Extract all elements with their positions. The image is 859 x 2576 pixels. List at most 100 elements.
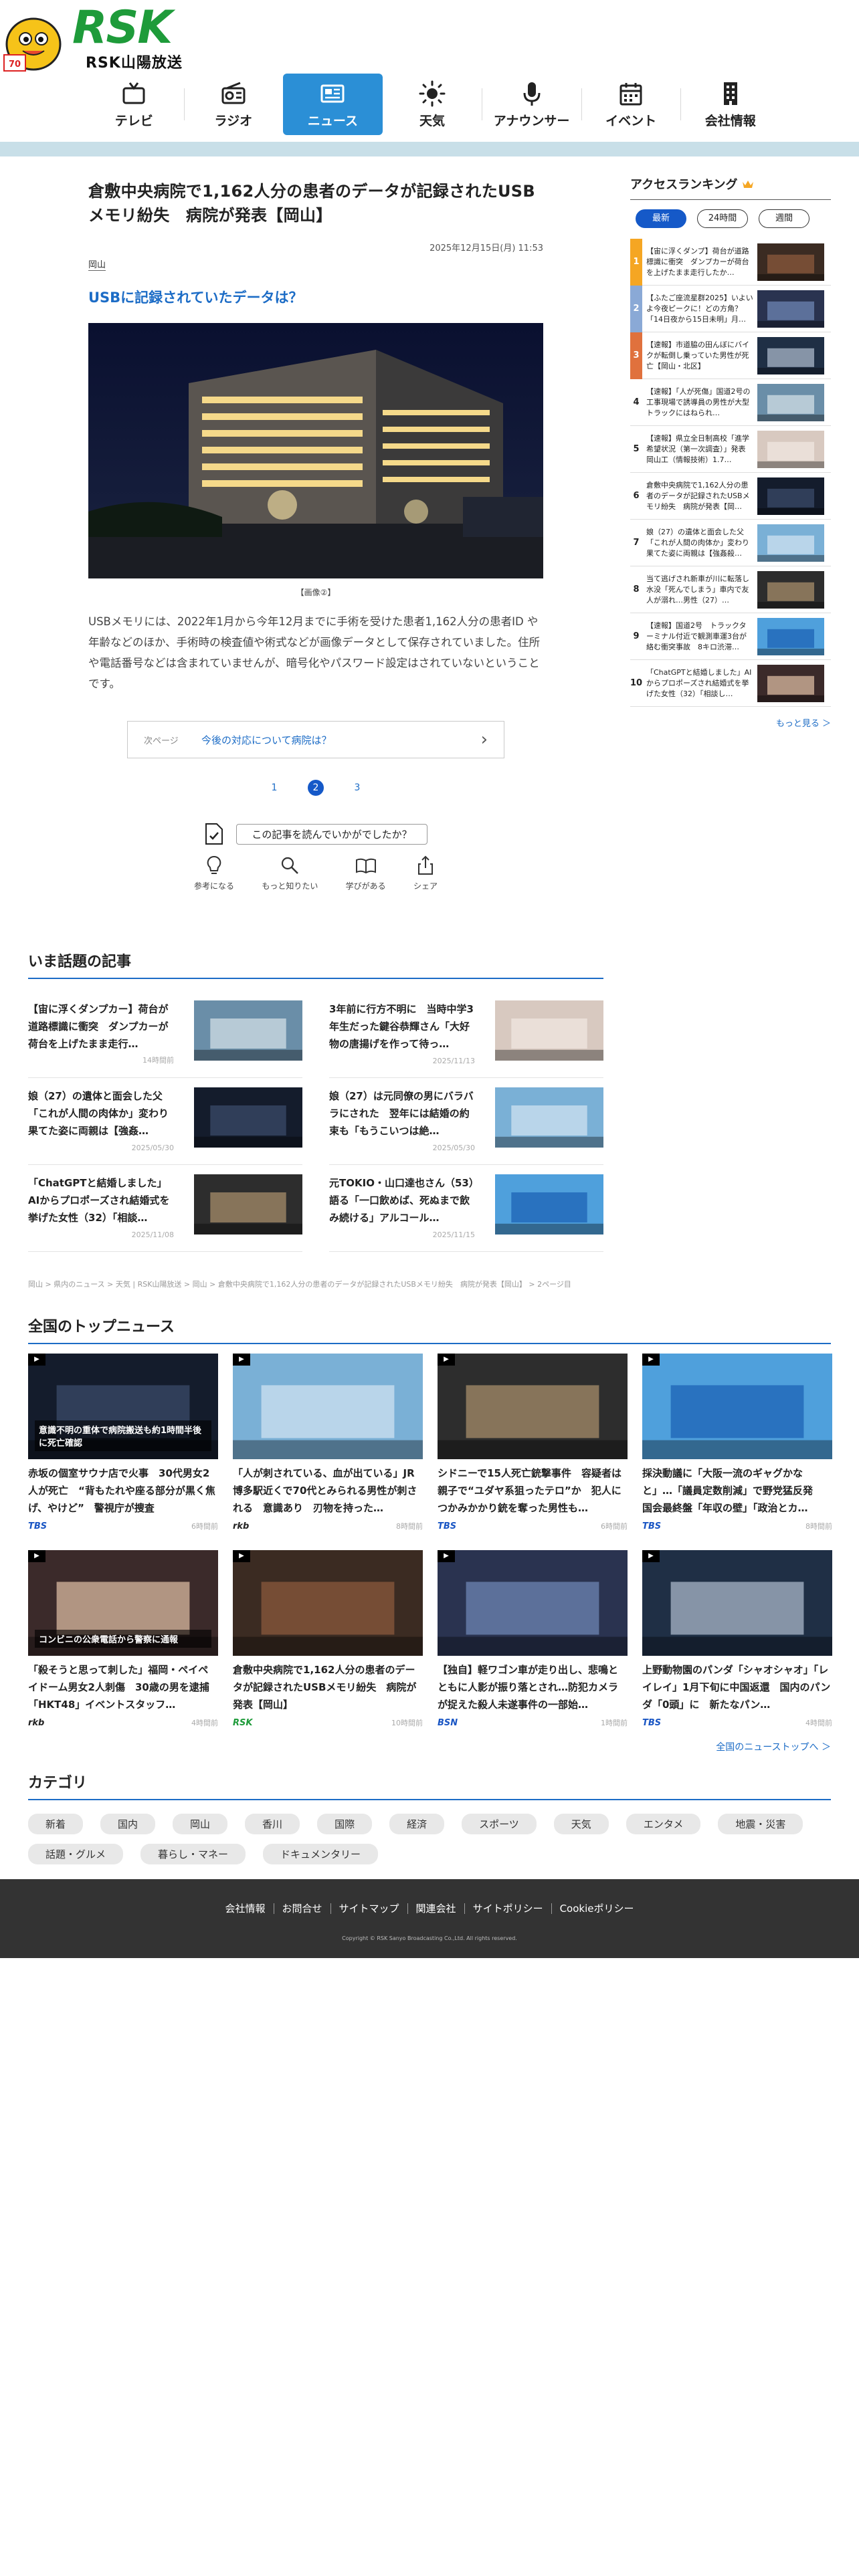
trending-item-time: 2025/11/13 — [432, 1057, 475, 1065]
survey-more-button[interactable]: もっと知りたい — [262, 855, 318, 891]
ranking-item[interactable]: 6 倉敷中央病院で1,162人分の患者のデータが記録されたUSBメモリ紛失 病院… — [630, 473, 831, 520]
ranking-item-title: 当て逃げされ新車が川に転落し水没「死んでしまう」車内で友人が溺れ…男性（27）… — [646, 574, 749, 605]
survey-learn-button[interactable]: 学びがある — [346, 855, 386, 891]
ranking-thumbnail-image — [757, 290, 824, 328]
category-chip[interactable]: 国内 — [100, 1814, 156, 1834]
nav-company[interactable]: 会社情報 — [680, 74, 780, 135]
nav-tv-label: テレビ — [114, 113, 153, 128]
ranking-tabs: 最新 24時間 週間 — [630, 209, 831, 228]
ranking-number: 3 — [630, 332, 642, 379]
nav-announcer-label: アナウンサー — [493, 113, 570, 128]
national-grid: ▶ 意識不明の重体で病院搬送も約1時間半後に死亡確認 赤坂の個室サウナ店で火事 3… — [28, 1354, 832, 1729]
category-chip[interactable]: エンタメ — [626, 1814, 701, 1834]
national-news-card[interactable]: ▶ 意識不明の重体で病院搬送も約1時間半後に死亡確認 赤坂の個室サウナ店で火事 3… — [28, 1354, 218, 1533]
survey-share-label: シェア — [413, 881, 438, 891]
ranking-thumbnail — [757, 290, 824, 328]
page-3-link[interactable]: 3 — [349, 780, 365, 796]
national-news-card[interactable]: ▶ 「人が刺されている、血が出ている」JR博多駅近くで70代とみられる男性が刺さ… — [233, 1354, 423, 1533]
ranking-tab-24h[interactable]: 24時間 — [697, 209, 748, 228]
ranking-tab-weekly[interactable]: 週間 — [759, 209, 809, 228]
ranking-thumbnail-image — [757, 477, 824, 515]
category-chip[interactable]: 暮らし・マネー — [140, 1844, 246, 1864]
article-body: USBメモリには、2022年1月から今年12月までに手術を受けた患者1,162人… — [88, 615, 541, 690]
national-news-card[interactable]: ▶ 上野動物園のパンダ「シャオシャオ」「レイレイ」1月下旬に中国返還 国内のパン… — [642, 1550, 832, 1729]
nav-tv[interactable]: テレビ — [84, 74, 184, 135]
nav-announcer[interactable]: アナウンサー — [482, 74, 581, 135]
national-more-link[interactable]: 全国のニューストップへ ＞ — [28, 1740, 831, 1753]
national-news-card[interactable]: ▶ 倉敷中央病院で1,162人分の患者のデータが記録されたUSBメモリ紛失 病院… — [233, 1550, 423, 1729]
ranking-tab-latest[interactable]: 最新 — [636, 209, 686, 228]
category-chip[interactable]: ドキュメンタリー — [263, 1844, 379, 1864]
national-thumbnail-image — [438, 1354, 628, 1459]
categories: カテゴリ 新着 国内 岡山 香川 国際 経済 スポーツ 天気 エンタメ 地震・災害 話題・グルメ 暮ら… — [28, 1771, 831, 1864]
ranking-thumbnail — [757, 383, 824, 421]
photo-caption: 【画像②】 — [296, 588, 336, 597]
ranking-item[interactable]: 3 【速報】市道脇の田んぼにバイクが転倒し乗っていた男性が死亡【岡山・北区】 — [630, 332, 831, 379]
next-page-link[interactable]: 次ページ 今後の対応について病院は？ › — [127, 721, 504, 758]
trending-item[interactable]: 元TOKIO・山口達也さん（53）語る「一口飲めば、死ぬまで飲み続ける」アルコー… — [329, 1165, 603, 1252]
ranking-thumbnail-image — [757, 617, 824, 655]
survey-share-button[interactable]: シェア — [413, 855, 438, 891]
footer-link[interactable]: 関連会社 — [407, 1903, 464, 1914]
survey-useful-button[interactable]: 参考になる — [194, 855, 234, 891]
ranking-item[interactable]: 1 【宙に浮くダンプ】荷台が道路標識に衝突 ダンプカーが荷台を上げたまま走行した… — [630, 238, 831, 286]
trending-item[interactable]: 娘（27）は元同僚の男にバラバラにされた 翌年には結婚の約束も「もうこいつは絶…… — [329, 1078, 603, 1165]
svg-text:70: 70 — [9, 60, 21, 70]
national-news-card[interactable]: ▶ 【独自】軽ワゴン車が走り出し、悲鳴とともに人影が振り落とされ…防犯カメラが捉… — [438, 1550, 628, 1729]
document-check-icon — [205, 823, 223, 845]
access-ranking: アクセスランキング 最新 24時間 週間 1 【宙に浮くダンプ】荷台が道路標識に… — [630, 175, 831, 729]
trending-title: いま話題の記事 — [28, 950, 603, 979]
footer-link[interactable]: Cookieポリシー — [551, 1903, 642, 1914]
breadcrumb[interactable]: 岡山 > 県内のニュース > 天気 | RSK山陽放送 > 岡山 > 倉敷中央病… — [28, 1279, 603, 1289]
national-news-card[interactable]: ▶ シドニーで15人死亡銃撃事件 容疑者は親子で“ユダヤ系狙ったテロ”か 犯人に… — [438, 1354, 628, 1533]
national-news-title: シドニーで15人死亡銃撃事件 容疑者は親子で“ユダヤ系狙ったテロ”か 犯人につか… — [438, 1467, 622, 1514]
nav-news[interactable]: ニュース — [283, 74, 383, 135]
trending-item-title: 元TOKIO・山口達也さん（53）語る「一口飲めば、死ぬまで飲み続ける」アルコー… — [329, 1177, 474, 1224]
share-icon — [417, 855, 433, 875]
footer-link[interactable]: 会社情報 — [217, 1903, 274, 1914]
ranking-item[interactable]: 10 「ChatGPTと結婚しました」AIからプロポーズされ結婚式を挙げた女性（… — [630, 660, 831, 707]
trending-item[interactable]: 「ChatGPTと結婚しました」AIからプロポーズされ結婚式を挙げた女性（32）… — [28, 1165, 302, 1252]
play-icon: ▶ — [642, 1550, 660, 1562]
site-logo[interactable]: 70 RSK RSK山陽放送 — [0, 0, 194, 75]
ranking-item[interactable]: 5 【速報】県立全日制高校「進学希望状況（第一次調査）」発表 岡山工（情報技術）… — [630, 426, 831, 473]
ranking-item[interactable]: 2 【ふたご座流星群2025】いよいよ今夜ピークに！どの方角？「14日夜から15… — [630, 285, 831, 332]
nav-weather[interactable]: 天気 — [383, 74, 482, 135]
article-tag-link[interactable]: 岡山 — [88, 257, 106, 271]
category-chip[interactable]: 話題・グルメ — [28, 1844, 124, 1864]
footer-link[interactable]: サイトポリシー — [464, 1903, 551, 1914]
page-1-link[interactable]: 1 — [266, 780, 282, 796]
nav-event[interactable]: イベント — [581, 74, 681, 135]
trending-thumbnail-image — [495, 1000, 603, 1061]
trending-thumbnail-image — [495, 1087, 603, 1148]
ranking-more-link[interactable]: もっと見る ＞ — [630, 716, 831, 729]
trending-item[interactable]: 【宙に浮くダンプカー】荷台が道路標識に衝突 ダンプカーが荷台を上げたまま走行… … — [28, 991, 302, 1078]
trending-item[interactable]: 娘（27）の遺体と面会した父「これが人間の肉体か」変わり果てた姿に両親は【強姦…… — [28, 1078, 302, 1165]
category-chip[interactable]: 経済 — [389, 1814, 445, 1834]
category-chip[interactable]: 国際 — [317, 1814, 373, 1834]
footer-link[interactable]: お問合せ — [273, 1903, 330, 1914]
footer-link[interactable]: サイトマップ — [330, 1903, 407, 1914]
category-chip[interactable]: 新着 — [28, 1814, 84, 1834]
category-chip[interactable]: 岡山 — [173, 1814, 228, 1834]
nav-radio[interactable]: ラジオ — [183, 74, 284, 135]
ranking-number: 10 — [630, 678, 643, 688]
ranking-thumbnail — [757, 524, 824, 562]
category-chip[interactable]: 香川 — [245, 1814, 300, 1834]
trending-item[interactable]: 3年前に行方不明に 当時中学3年生だった鍵谷恭輝さん「大好物の唐揚げを作って待っ… — [329, 991, 603, 1078]
play-icon: ▶ — [233, 1550, 250, 1562]
ranking-item[interactable]: 8 当て逃げされ新車が川に転落し水没「死んでしまう」車内で友人が溺れ…男性（27… — [630, 566, 831, 613]
ranking-item[interactable]: 7 娘（27）の遺体と面会した父「これが人間の肉体か」変わり果てた姿に両親は【強… — [630, 520, 831, 566]
national-news-title: 「人が刺されている、血が出ている」JR博多駅近くで70代とみられる男性が刺される… — [233, 1467, 417, 1514]
category-chip[interactable]: 地震・災害 — [718, 1814, 803, 1834]
national-news-card[interactable]: ▶ 採決動議に「大阪一流のギャグかなと」…「議員定数削減」で野党猛反発 国会最終… — [642, 1354, 832, 1533]
news-source-logo: rkb — [28, 1717, 45, 1728]
ranking-item[interactable]: 4 【速報】「人が死傷」国道2号の工事現場で誘導員の男性が大型トラックにはねられ… — [630, 379, 831, 426]
article-photo — [88, 323, 543, 578]
national-thumbnail: ▶ — [233, 1550, 423, 1656]
ranking-item[interactable]: 9 【速報】国道2号 トラックターミナル付近で観測車運3台が絡む衝突事故 8キロ… — [630, 613, 831, 660]
category-chip[interactable]: スポーツ — [462, 1814, 537, 1834]
ranking-item-title: 【宙に浮くダンプ】荷台が道路標識に衝突 ダンプカーが荷台を上げたまま走行したか… — [646, 246, 749, 277]
category-chip[interactable]: 天気 — [553, 1814, 609, 1834]
national-news-card[interactable]: ▶ コンビニの公衆電話から警察に通報 「殺そうと思って刺した」福岡・ペイペイドーム… — [28, 1550, 218, 1729]
